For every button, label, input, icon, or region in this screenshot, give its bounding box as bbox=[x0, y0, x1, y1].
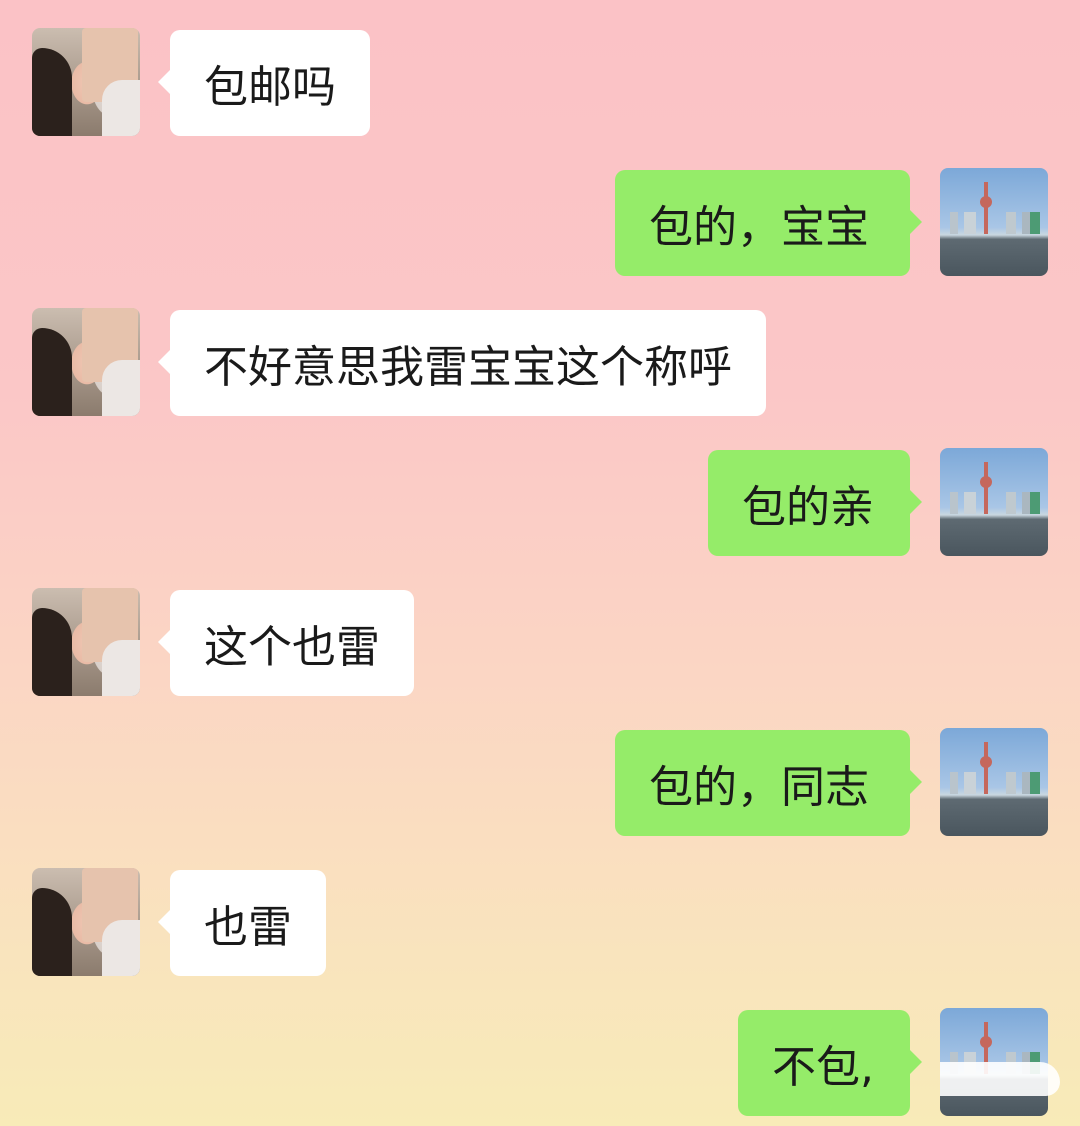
message-bubble-outgoing[interactable]: 包的亲 bbox=[708, 450, 922, 556]
message-bubble-incoming[interactable]: 也雷 bbox=[158, 870, 326, 976]
avatar-hair bbox=[32, 608, 72, 696]
message-row-outgoing: 包的，宝宝 bbox=[0, 168, 1080, 278]
chat-thread: 包邮吗 包的，宝宝 不好意思我雷宝宝这个称呼 包的亲 这个也雷 包的，同志 也雷… bbox=[0, 0, 1080, 1126]
avatar-skyline bbox=[950, 492, 1044, 514]
avatar-shoulder bbox=[102, 640, 140, 696]
message-row-incoming: 这个也雷 bbox=[0, 588, 1080, 698]
message-row-incoming: 不好意思我雷宝宝这个称呼 bbox=[0, 308, 1080, 418]
message-row-outgoing: 包的，同志 bbox=[0, 728, 1080, 838]
girl-avatar-icon[interactable] bbox=[32, 868, 140, 976]
message-bubble-outgoing[interactable]: 不包, bbox=[738, 1010, 922, 1116]
avatar-tower-ball bbox=[980, 196, 992, 208]
city-skyline-avatar-icon[interactable] bbox=[940, 448, 1048, 556]
girl-avatar-icon[interactable] bbox=[32, 308, 140, 416]
girl-avatar-icon[interactable] bbox=[32, 588, 140, 696]
message-bubble-outgoing[interactable]: 包的，同志 bbox=[615, 730, 922, 836]
message-row-outgoing: 不包, bbox=[0, 1008, 1080, 1118]
message-bubble-incoming[interactable]: 这个也雷 bbox=[158, 590, 414, 696]
message-bubble-incoming[interactable]: 包邮吗 bbox=[158, 30, 370, 136]
avatar-shoulder bbox=[102, 360, 140, 416]
city-skyline-avatar-icon[interactable] bbox=[940, 728, 1048, 836]
avatar-hair bbox=[32, 48, 72, 136]
message-row-outgoing: 包的亲 bbox=[0, 448, 1080, 558]
image-cutoff-overlay bbox=[940, 1062, 1060, 1096]
avatar-skyline bbox=[950, 212, 1044, 234]
avatar-shoulder bbox=[102, 920, 140, 976]
message-bubble-outgoing[interactable]: 包的，宝宝 bbox=[615, 170, 922, 276]
avatar-hair bbox=[32, 328, 72, 416]
avatar-tower-ball bbox=[980, 476, 992, 488]
girl-avatar-icon[interactable] bbox=[32, 28, 140, 136]
city-skyline-avatar-icon[interactable] bbox=[940, 168, 1048, 276]
avatar-hair bbox=[32, 888, 72, 976]
message-row-incoming: 也雷 bbox=[0, 868, 1080, 978]
avatar-shoulder bbox=[102, 80, 140, 136]
avatar-skyline bbox=[950, 772, 1044, 794]
avatar-tower-ball bbox=[980, 1036, 992, 1048]
message-bubble-incoming[interactable]: 不好意思我雷宝宝这个称呼 bbox=[158, 310, 766, 416]
avatar-tower-ball bbox=[980, 756, 992, 768]
message-row-incoming: 包邮吗 bbox=[0, 28, 1080, 138]
